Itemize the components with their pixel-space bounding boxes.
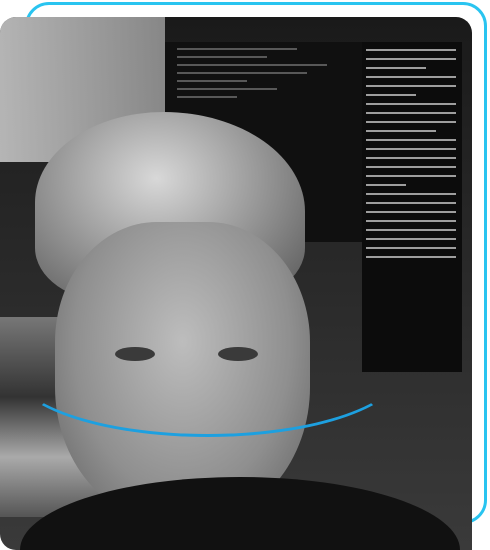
accent-arc [10,297,405,437]
background-terminal [362,42,462,372]
portrait-photo [0,17,472,550]
